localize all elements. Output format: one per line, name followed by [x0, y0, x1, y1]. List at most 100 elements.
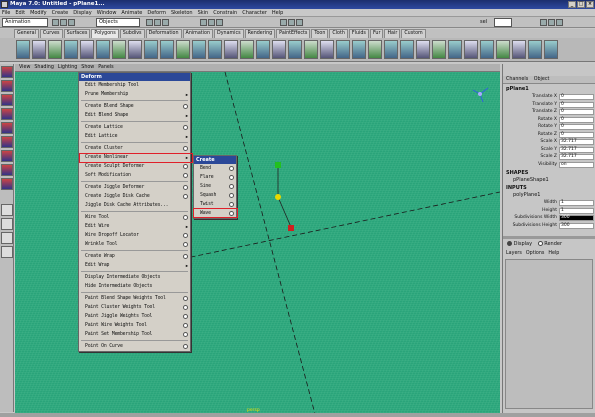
shelf-tab-fur[interactable]: Fur	[369, 29, 384, 38]
menu-modify[interactable]: Modify	[30, 9, 47, 16]
deform-item-jiggle-disk-cache-attributes[interactable]: Jiggle Disk Cache Attributes...	[79, 201, 190, 210]
option-box-icon[interactable]	[183, 125, 188, 130]
component-mode-icon[interactable]	[162, 19, 169, 26]
paint-select-tool-icon[interactable]	[1, 94, 13, 106]
option-box-icon[interactable]	[229, 202, 234, 207]
shelf-tab-deformation[interactable]: Deformation	[145, 29, 182, 38]
help-menu[interactable]: Help	[548, 251, 559, 256]
menu-animate[interactable]: Animate	[121, 9, 142, 16]
deform-item-edit-wrap[interactable]: Edit Wrap ▶	[79, 261, 190, 270]
channel-value-field[interactable]: 0	[559, 131, 594, 138]
panel-menu-panels[interactable]: Panels	[98, 64, 113, 71]
shelf-tool-icon[interactable]	[112, 40, 126, 59]
option-box-icon[interactable]	[183, 332, 188, 337]
channel-value-field[interactable]: 0	[559, 124, 594, 130]
shelf-tool-icon[interactable]	[512, 40, 526, 59]
channel-name[interactable]: Scale X	[540, 139, 557, 144]
shelf-tool-icon[interactable]	[544, 40, 558, 59]
deform-item-create-lattice[interactable]: Create Lattice	[79, 123, 190, 132]
shelf-tab-surfaces[interactable]: Surfaces	[63, 29, 91, 38]
channel-name[interactable]: Translate Y	[532, 102, 557, 107]
snap-grid-icon[interactable]	[200, 19, 207, 26]
channel-value-field[interactable]: 0	[559, 116, 594, 123]
menu-skin[interactable]: Skin	[198, 9, 209, 16]
panel-menu-view[interactable]: View	[19, 64, 30, 71]
deform-item-create-wrap[interactable]: Create Wrap	[79, 252, 190, 261]
deform-item-paint-cluster-weights-tool[interactable]: Paint Cluster Weights Tool	[79, 303, 190, 312]
channels-menu[interactable]: Channels	[506, 77, 528, 82]
channel-name[interactable]: Visibility	[538, 162, 557, 167]
menu-help[interactable]: Help	[272, 9, 283, 16]
create-item-squash[interactable]: Squash	[194, 191, 236, 200]
quick-select-field[interactable]	[494, 18, 512, 27]
lasso-tool-icon[interactable]	[1, 80, 13, 92]
deform-item-soft-modification[interactable]: Soft Modification	[79, 171, 190, 180]
shelf-tab-dynamics[interactable]: Dynamics	[214, 29, 244, 38]
last-tool-icon[interactable]	[1, 178, 13, 190]
shelf-tool-icon[interactable]	[480, 40, 494, 59]
shelf-tool-icon[interactable]	[80, 40, 94, 59]
channel-value-field[interactable]: on	[559, 161, 594, 168]
option-box-icon[interactable]	[183, 233, 188, 238]
hierarchy-mode-icon[interactable]	[146, 19, 153, 26]
channel-value-field[interactable]: 0	[559, 109, 594, 115]
deform-item-create-sculpt-deformer[interactable]: Create Sculpt Deformer	[79, 162, 190, 171]
soft-mod-tool-icon[interactable]	[1, 164, 13, 176]
manip-y-handle[interactable]	[275, 162, 281, 168]
create-item-flare[interactable]: Flare	[194, 173, 236, 182]
option-box-icon[interactable]	[183, 185, 188, 190]
shelf-tab-curves[interactable]: Curves	[39, 29, 63, 38]
input-attr-name[interactable]: Subdivisions Width	[514, 215, 557, 220]
menu-create[interactable]: Create	[52, 9, 69, 16]
channel-value-field[interactable]: 32.717	[559, 139, 594, 145]
persp-graph-layout-icon[interactable]	[1, 246, 13, 258]
close-button[interactable]: ×	[586, 1, 594, 8]
deform-item-point-on-curve[interactable]: Point On Curve	[79, 342, 190, 351]
scale-tool-icon[interactable]	[1, 136, 13, 148]
shelf-tool-icon[interactable]	[336, 40, 350, 59]
layer-list[interactable]	[505, 259, 593, 409]
shelf-tab-toon[interactable]: Toon	[311, 29, 329, 38]
new-scene-icon[interactable]	[52, 19, 59, 26]
menu-skeleton[interactable]: Skeleton	[171, 9, 193, 16]
option-box-icon[interactable]	[183, 254, 188, 259]
deform-item-wire-dropoff-locator[interactable]: Wire Dropoff Locator	[79, 231, 190, 240]
deform-item-create-jiggle-deformer[interactable]: Create Jiggle Deformer	[79, 183, 190, 192]
deform-item-hide-intermediate-objects[interactable]: Hide Intermediate Objects	[79, 282, 190, 291]
option-box-icon[interactable]	[183, 314, 188, 319]
shelf-tool-icon[interactable]	[272, 40, 286, 59]
menu-deform[interactable]: Deform	[147, 9, 166, 16]
menu-file[interactable]: File	[2, 9, 10, 16]
selection-mode-dropdown[interactable]: Objects	[96, 18, 140, 27]
menu-set-dropdown[interactable]: Animation	[2, 18, 48, 27]
input-attr-value-field[interactable]: 300	[559, 222, 594, 229]
deform-item-prune-membership[interactable]: Prune Membership ▶	[79, 90, 190, 99]
show-tool-settings-icon[interactable]	[556, 19, 563, 26]
deform-item-paint-blend-shape-weights-tool[interactable]: Paint Blend Shape Weights Tool	[79, 294, 190, 303]
shelf-tab-cloth[interactable]: Cloth	[329, 29, 348, 38]
input-attr-value-field[interactable]: 1	[559, 207, 594, 214]
object-menu[interactable]: Object	[534, 77, 550, 82]
deform-item-create-blend-shape[interactable]: Create Blend Shape	[79, 102, 190, 111]
deform-item-paint-jiggle-weights-tool[interactable]: Paint Jiggle Weights Tool	[79, 312, 190, 321]
option-box-icon[interactable]	[183, 173, 188, 178]
open-scene-icon[interactable]	[60, 19, 67, 26]
rotate-tool-icon[interactable]	[1, 122, 13, 134]
shelf-tool-icon[interactable]	[496, 40, 510, 59]
render-icon[interactable]	[280, 19, 287, 26]
shelf-tab-subdivs[interactable]: Subdivs	[119, 29, 145, 38]
shelf-tab-general[interactable]: General	[14, 29, 39, 38]
input-attr-value-field[interactable]: 1	[559, 200, 594, 206]
channel-name[interactable]: Rotate Z	[538, 132, 557, 137]
shelf-tab-polygons[interactable]: Polygons	[91, 29, 119, 38]
shelf-tool-icon[interactable]	[304, 40, 318, 59]
option-box-icon[interactable]	[183, 296, 188, 301]
deform-item-display-intermediate-objects[interactable]: Display Intermediate Objects	[79, 273, 190, 282]
menu-character[interactable]: Character	[242, 9, 267, 16]
shelf-tab-animation[interactable]: Animation	[182, 29, 213, 38]
maximize-button[interactable]: □	[577, 1, 585, 8]
option-box-icon[interactable]	[183, 215, 188, 220]
option-box-icon[interactable]	[183, 242, 188, 247]
deform-item-paint-wire-weights-tool[interactable]: Paint Wire Weights Tool	[79, 321, 190, 330]
layers-menu[interactable]: Layers	[506, 251, 522, 256]
